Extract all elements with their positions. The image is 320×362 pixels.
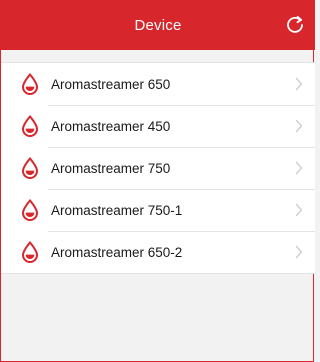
device-list-item[interactable]: Aromastreamer 650 [1, 63, 315, 105]
app-screen: Device Aromastreamer 650 Aromastreamer 4… [0, 0, 315, 362]
chevron-right-icon [295, 203, 303, 217]
chevron-right-icon [295, 161, 303, 175]
drop-icon [20, 157, 40, 179]
device-list-item[interactable]: Aromastreamer 750 [1, 147, 315, 189]
device-name: Aromastreamer 750-1 [51, 202, 183, 218]
device-name: Aromastreamer 750 [51, 160, 171, 176]
device-name: Aromastreamer 650-2 [51, 244, 183, 260]
drop-icon [20, 241, 40, 263]
device-list-item[interactable]: Aromastreamer 750-1 [1, 189, 315, 231]
device-list-item[interactable]: Aromastreamer 450 [1, 105, 315, 147]
device-name: Aromastreamer 450 [51, 118, 171, 134]
drop-icon [20, 199, 40, 221]
drop-icon [20, 115, 40, 137]
device-list: Aromastreamer 650 Aromastreamer 450 Arom… [1, 62, 315, 274]
chevron-right-icon [295, 77, 303, 91]
nav-bar: Device [1, 0, 315, 50]
drop-icon [20, 73, 40, 95]
page-title: Device [134, 16, 182, 34]
refresh-button[interactable] [284, 14, 306, 36]
device-name: Aromastreamer 650 [51, 76, 171, 92]
chevron-right-icon [295, 119, 303, 133]
refresh-icon [287, 15, 303, 33]
device-list-item[interactable]: Aromastreamer 650-2 [1, 231, 315, 273]
chevron-right-icon [295, 245, 303, 259]
